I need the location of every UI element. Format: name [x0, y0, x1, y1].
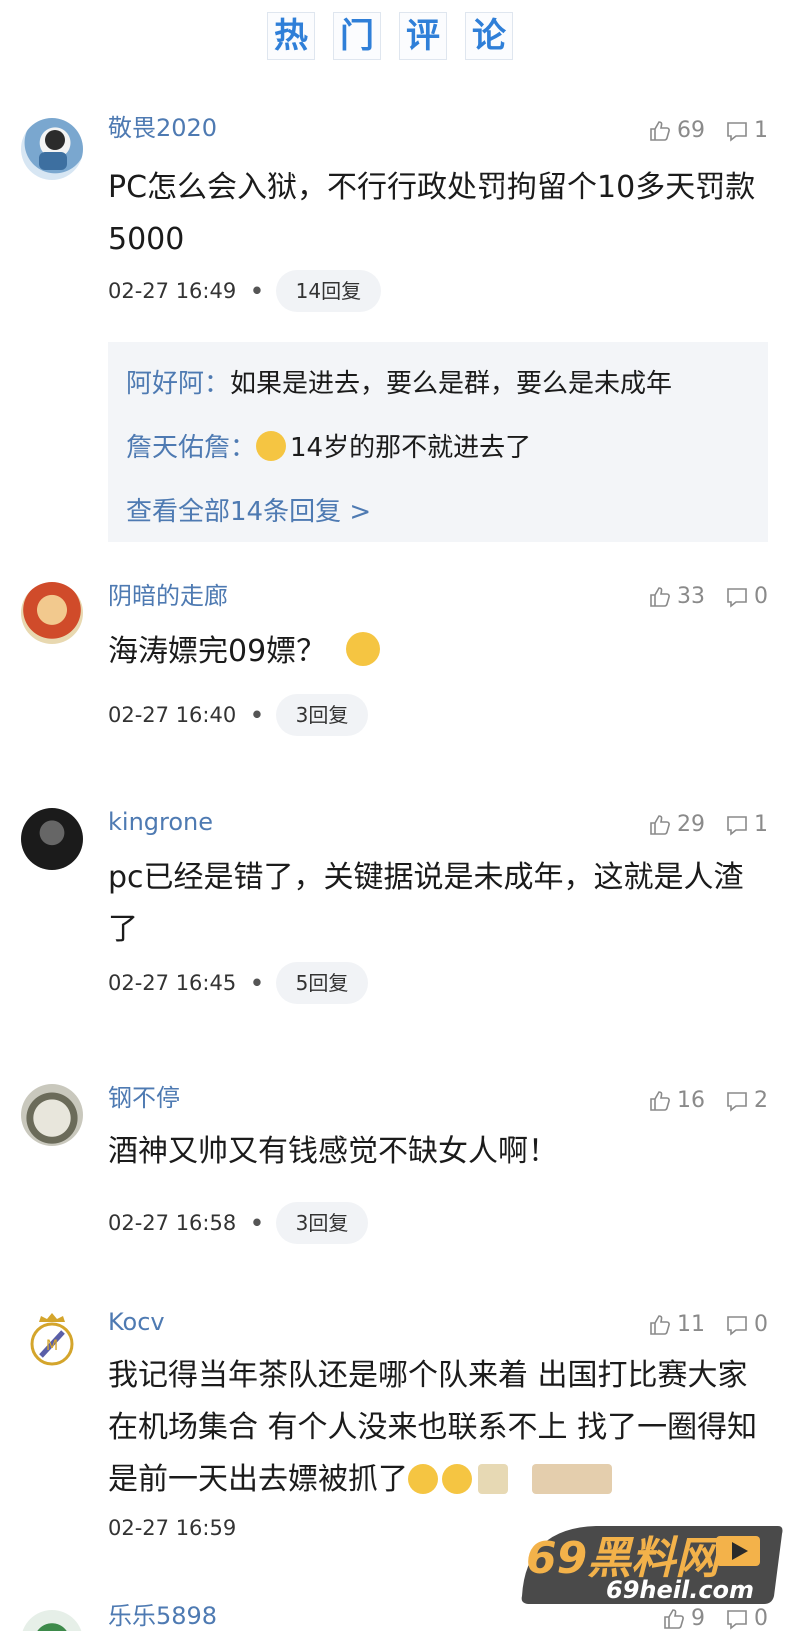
thumbs-up-icon [664, 1609, 684, 1629]
hot-comments-header: 热 门 评 论 [0, 12, 800, 62]
comment-stats: 33 0 [628, 582, 768, 612]
comment-icon [727, 1316, 747, 1336]
separator-dot: • [250, 703, 264, 727]
watermark-sub-text: 69heil.com [606, 1576, 755, 1604]
comment-icon [727, 122, 747, 142]
reply-author[interactable]: 阿好阿： [126, 369, 230, 399]
thumbs-up-icon [650, 587, 670, 607]
comment-text-content: 海涛嫖完09嫖？ [108, 634, 327, 669]
comment-meta: 02-27 16:49 • 14回复 [108, 270, 382, 312]
header-char-2: 门 [333, 12, 381, 60]
avatar[interactable] [21, 808, 83, 870]
timestamp: 02-27 16:45 [108, 971, 237, 995]
reply-author[interactable]: 詹天佑詹： [126, 433, 256, 463]
like-button[interactable]: 11 [648, 1310, 705, 1340]
like-count: 16 [677, 1088, 705, 1113]
username[interactable]: 阴暗的走廊 [108, 580, 228, 612]
timestamp: 02-27 16:59 [108, 1516, 237, 1540]
header-char-4: 论 [465, 12, 513, 60]
like-count: 33 [677, 584, 705, 609]
replies-button[interactable]: 14回复 [275, 270, 382, 312]
view-all-replies-link[interactable]: 查看全部14条回复 > [126, 480, 750, 544]
reply-preview-line[interactable]: 阿好阿：如果是进去，要么是群，要么是未成年 [126, 352, 750, 416]
like-count: 29 [677, 812, 705, 837]
username[interactable]: kingrone [108, 806, 213, 838]
reply-button[interactable]: 2 [725, 1086, 768, 1116]
header-char-1: 热 [267, 12, 315, 60]
username[interactable]: 钢不停 [108, 1082, 180, 1114]
comment-meta: 02-27 16:40 • 3回复 [108, 694, 369, 736]
reply-text: 如果是进去，要么是群，要么是未成年 [230, 369, 673, 399]
comment-stats: 69 1 [628, 116, 768, 146]
reply-button[interactable]: 0 [725, 582, 768, 612]
replies-button[interactable]: 3回复 [275, 694, 369, 736]
timestamp: 02-27 16:40 [108, 703, 237, 727]
reply-count: 1 [754, 812, 768, 837]
comment-text: 海涛嫖完09嫖？ [108, 626, 770, 678]
header-char-3: 评 [399, 12, 447, 60]
like-button[interactable]: 69 [648, 116, 705, 146]
thumbs-up-icon [650, 1091, 670, 1111]
comment-icon [727, 816, 747, 836]
reply-button[interactable]: 0 [725, 1310, 768, 1340]
reply-button[interactable]: 1 [725, 810, 768, 840]
like-button[interactable]: 16 [648, 1086, 705, 1116]
comment-stats: 11 0 [628, 1310, 768, 1340]
reply-count: 1 [754, 118, 768, 143]
comment-text: 我记得当年茶队还是哪个队来着 出国打比赛大家在机场集合 有个人没来也联系不上 找… [108, 1350, 770, 1506]
avatar[interactable] [21, 118, 83, 180]
svg-text:M: M [46, 1338, 58, 1354]
username[interactable]: 敬畏2020 [108, 112, 217, 144]
avatar[interactable] [21, 1610, 83, 1631]
separator-dot: • [250, 279, 264, 303]
watermark-logo: 69黑料网 69heil.com [516, 1518, 788, 1610]
separator-dot: • [250, 1211, 264, 1235]
username[interactable]: Kocv [108, 1306, 165, 1338]
avatar[interactable] [21, 582, 83, 644]
reply-count: 2 [754, 1088, 768, 1113]
reply-preview-line[interactable]: 詹天佑詹： 14岁的那不就进去了 [126, 416, 750, 480]
comment-icon [727, 1092, 747, 1112]
like-count: 11 [677, 1312, 705, 1337]
like-button[interactable]: 33 [648, 582, 705, 612]
club-crest-icon: M [30, 1313, 74, 1366]
username[interactable]: 乐乐5898 [108, 1600, 217, 1631]
thumbs-up-icon [650, 121, 670, 141]
avatar[interactable] [21, 1084, 83, 1146]
comment-text: 酒神又帅又有钱感觉不缺女人啊！ [108, 1134, 558, 1169]
thumbs-up-icon [650, 1315, 670, 1335]
like-count: 69 [677, 118, 705, 143]
reply-text: 14岁的那不就进去了 [290, 433, 532, 463]
sticker-icon [532, 1464, 612, 1494]
reply-preview-box: 阿好阿：如果是进去，要么是群，要么是未成年 詹天佑詹： 14岁的那不就进去了 查看… [108, 342, 768, 542]
avatar[interactable]: M [21, 1308, 83, 1370]
comment-meta: 02-27 16:59 [108, 1516, 236, 1540]
timestamp: 02-27 16:58 [108, 1211, 237, 1235]
emoji-icon [442, 1464, 472, 1494]
like-button[interactable]: 29 [648, 810, 705, 840]
emoji-icon [256, 431, 287, 461]
comment-meta: 02-27 16:58 • 3回复 [108, 1202, 369, 1244]
comment-stats: 29 1 [628, 810, 768, 840]
comment-text: pc已经是错了，关键据说是未成年，这就是人渣了 [108, 860, 744, 947]
timestamp: 02-27 16:49 [108, 279, 237, 303]
comment-text: PC怎么会入狱，不行行政处罚拘留个10多天罚款5000 [108, 170, 756, 257]
emoji-icon [408, 1464, 438, 1494]
reply-button[interactable]: 1 [725, 116, 768, 146]
emoji-icon [345, 632, 380, 666]
thumbs-up-icon [650, 815, 670, 835]
sticker-icon [478, 1464, 508, 1494]
comment-meta: 02-27 16:45 • 5回复 [108, 962, 369, 1004]
comment-icon [727, 588, 747, 608]
comment-stats: 16 2 [628, 1086, 768, 1116]
replies-button[interactable]: 3回复 [275, 1202, 369, 1244]
comment-icon [727, 1610, 747, 1630]
reply-count: 0 [754, 584, 768, 609]
replies-button[interactable]: 5回复 [275, 962, 369, 1004]
separator-dot: • [250, 971, 264, 995]
reply-count: 0 [754, 1312, 768, 1337]
